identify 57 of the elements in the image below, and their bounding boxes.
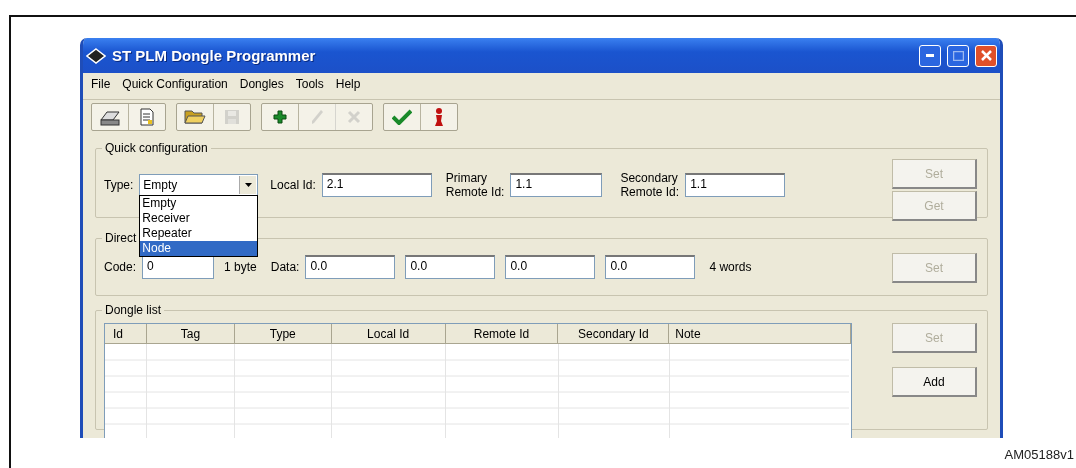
menu-item[interactable]: Quick Configuration — [118, 77, 232, 95]
pencil-icon — [310, 109, 324, 125]
column-header[interactable]: Id — [105, 324, 147, 344]
save-icon — [224, 109, 240, 125]
menu-item[interactable]: Dongles — [235, 77, 288, 95]
menu-item[interactable]: Tools — [291, 77, 328, 95]
maximize-icon — [952, 50, 964, 61]
caret-icon — [244, 183, 252, 187]
group-title: Quick configuration — [102, 141, 211, 155]
document-icon — [140, 108, 154, 126]
add-button[interactable]: Add — [892, 367, 977, 397]
group-title: Direct — [102, 231, 140, 245]
secondary-remote-id-field[interactable]: 1.1 — [685, 173, 786, 197]
figure-icon — [433, 107, 445, 127]
menu-item[interactable]: Help — [331, 77, 365, 95]
dropdown-option[interactable]: Repeater — [140, 226, 258, 241]
column-header[interactable]: Note — [669, 324, 851, 344]
data-field[interactable]: 0.0 — [405, 255, 496, 279]
plus-icon — [273, 110, 287, 124]
column-header[interactable]: Type — [234, 324, 332, 344]
menu-item[interactable]: File — [87, 77, 115, 95]
column-header[interactable]: Local Id — [331, 324, 446, 344]
field-label: Primary — [445, 171, 489, 185]
local-id-field[interactable]: 2.1 — [321, 173, 432, 197]
code-field[interactable]: 0 — [142, 255, 215, 279]
check-icon — [392, 109, 412, 125]
close-button[interactable] — [975, 44, 997, 67]
unit-label: 4 words — [709, 260, 752, 274]
window-title: ST PLM Dongle Programmer — [112, 47, 317, 64]
dropdown-option[interactable]: Empty — [140, 196, 258, 211]
app-icon — [86, 47, 106, 64]
field-label: Data: — [270, 260, 300, 274]
field-label: Local Id: — [270, 178, 316, 192]
dropdown-option[interactable]: Receiver — [140, 211, 258, 226]
dropdown-option[interactable]: Node — [140, 241, 258, 256]
group-title: Dongle list — [102, 303, 165, 317]
minimize-button[interactable] — [919, 44, 941, 67]
unit-label: 1 byte — [224, 260, 257, 274]
column-header[interactable]: Remote Id — [445, 324, 559, 344]
maximize-button[interactable] — [947, 44, 969, 67]
field-label: Remote Id: — [445, 185, 505, 199]
field-label: Type: — [104, 178, 134, 192]
data-field[interactable]: 0.0 — [505, 255, 596, 279]
cross-icon — [347, 110, 361, 124]
field-label: Remote Id: — [620, 185, 680, 199]
folder-icon — [184, 109, 206, 125]
scanner-icon — [99, 108, 121, 126]
column-header[interactable]: Tag — [146, 324, 235, 344]
data-field[interactable]: 0.0 — [605, 255, 696, 279]
primary-remote-id-field[interactable]: 1.1 — [510, 173, 603, 197]
field-label: Secondary — [620, 171, 679, 185]
close-icon — [980, 50, 992, 61]
minimize-icon — [926, 54, 934, 57]
figure-id: AM05188v1 — [1004, 447, 1074, 462]
column-header[interactable]: Secondary Id — [558, 324, 670, 344]
data-field[interactable]: 0.0 — [305, 255, 396, 279]
field-label: Code: — [104, 260, 137, 274]
